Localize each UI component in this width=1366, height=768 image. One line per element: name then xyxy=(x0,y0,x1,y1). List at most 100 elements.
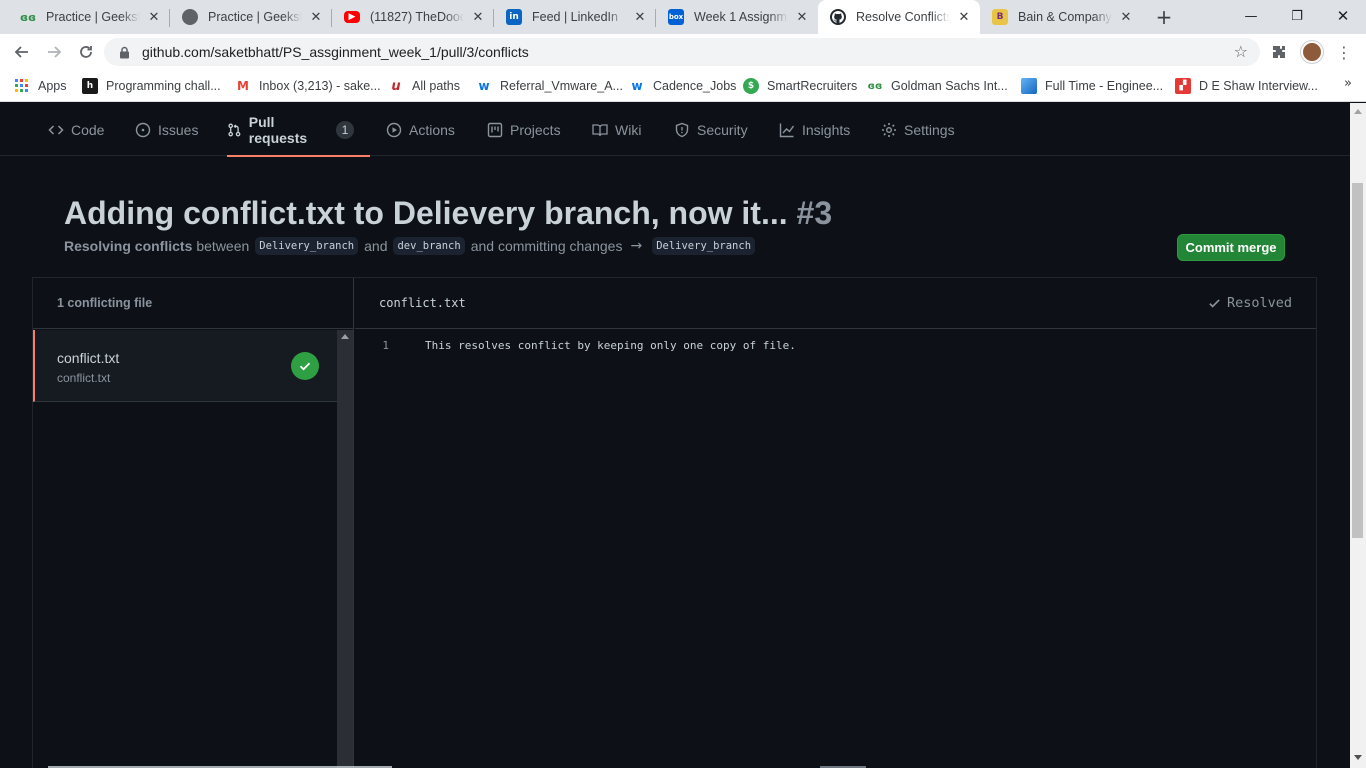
lock-icon[interactable] xyxy=(118,45,130,59)
browser-tab-3[interactable]: ▶ (11827) TheDooo ✕ xyxy=(332,0,494,34)
browser-tab-7[interactable]: B Bain & Company ✕ xyxy=(980,0,1142,34)
shield-icon xyxy=(675,122,689,137)
geeksforgeeks-icon: ɞɞ xyxy=(867,78,883,94)
tab-security[interactable]: Security xyxy=(674,103,748,156)
line-number: 1 xyxy=(382,338,389,352)
browser-toolbar: github.com/saketbhatt/PS_assginment_week… xyxy=(0,34,1366,70)
back-arrow-icon xyxy=(14,46,28,58)
resolving-label: Resolving conflicts xyxy=(64,238,193,254)
bookmark-inbox[interactable]: M Inbox (3,213) - sake... xyxy=(235,76,381,96)
tab-title: (11827) TheDooo xyxy=(370,10,464,24)
tab-label: Security xyxy=(697,121,748,138)
close-tab-icon[interactable]: ✕ xyxy=(956,9,972,25)
hackerrank-icon: h xyxy=(82,78,98,94)
close-window-button[interactable]: ✕ xyxy=(1320,0,1366,32)
close-tab-icon[interactable]: ✕ xyxy=(470,9,486,25)
forward-button[interactable] xyxy=(40,38,68,66)
bookmark-de-shaw[interactable]: ▞ D E Shaw Interview... xyxy=(1175,76,1318,96)
forward-arrow-icon xyxy=(48,46,62,58)
close-tab-icon[interactable]: ✕ xyxy=(146,9,162,25)
base-branch-label[interactable]: Delivery_branch xyxy=(255,237,359,255)
gmail-icon: M xyxy=(235,78,251,94)
book-icon xyxy=(592,123,608,136)
scroll-down-arrow-icon[interactable] xyxy=(1354,755,1362,760)
github-page: Code Issues Pull requests 1 Actions Proj… xyxy=(0,103,1350,768)
head-branch-label[interactable]: dev_branch xyxy=(393,237,465,255)
close-tab-icon[interactable]: ✕ xyxy=(794,9,810,25)
committing-text: and committing changes xyxy=(470,238,623,254)
scroll-up-arrow-icon[interactable] xyxy=(341,334,349,339)
tab-settings[interactable]: Settings xyxy=(881,103,955,156)
code-icon xyxy=(48,124,64,135)
bookmark-full-time[interactable]: Full Time - Enginee... xyxy=(1021,76,1163,96)
browser-tab-2[interactable]: Practice | GeeksforGeeks ✕ xyxy=(170,0,332,34)
back-button[interactable] xyxy=(8,38,36,66)
conflicting-files-count: 1 conflicting file xyxy=(33,278,353,329)
browser-tab-5[interactable]: box Week 1 Assignment ✕ xyxy=(656,0,818,34)
new-tab-button[interactable]: + xyxy=(1152,5,1176,29)
deshaw-icon: ▞ xyxy=(1175,78,1191,94)
tab-label: Wiki xyxy=(615,121,642,138)
profile-avatar[interactable] xyxy=(1301,41,1323,63)
bookmark-all-paths[interactable]: u All paths xyxy=(388,76,460,96)
line-text[interactable]: This resolves conflict by keeping only o… xyxy=(425,339,796,352)
graph-icon xyxy=(779,123,795,137)
tab-label: Insights xyxy=(802,121,851,138)
bookmark-referral-vmware[interactable]: w Referral_Vmware_A... xyxy=(476,76,623,96)
tab-label: Actions xyxy=(409,121,455,138)
tab-projects[interactable]: Projects xyxy=(487,103,561,156)
bookmark-label: Cadence_Jobs xyxy=(653,79,737,93)
smartrecruiters-icon: $ xyxy=(743,78,759,94)
conflict-editor[interactable]: conflict.txt Resolved 1 This resolves co… xyxy=(355,278,1316,768)
browser-tab-1[interactable]: ɞɞ Practice | GeeksforGeeks ✕ xyxy=(8,0,170,34)
browser-menu-icon[interactable]: ⋮ xyxy=(1333,41,1355,63)
conflict-resolver: 1 conflicting file conflict.txt conflict… xyxy=(32,277,1317,768)
address-bar[interactable]: github.com/saketbhatt/PS_assginment_week… xyxy=(104,38,1260,66)
close-tab-icon[interactable]: ✕ xyxy=(308,9,324,25)
url-text[interactable]: github.com/saketbhatt/PS_assginment_week… xyxy=(142,44,529,60)
bookmark-smartrecruiters[interactable]: $ SmartRecruiters xyxy=(743,76,857,96)
tab-issues[interactable]: Issues xyxy=(135,103,198,156)
minimize-button[interactable]: — xyxy=(1228,0,1274,32)
bookmark-apps[interactable]: Apps xyxy=(14,76,67,96)
browser-tab-active[interactable]: Resolve Conflicts ✕ xyxy=(818,0,980,34)
commit-merge-button[interactable]: Commit merge xyxy=(1177,234,1285,261)
bookmark-goldman-sachs[interactable]: ɞɞ Goldman Sachs Int... xyxy=(867,76,1008,96)
browser-tab-4[interactable]: in Feed | LinkedIn ✕ xyxy=(494,0,656,34)
tab-wiki[interactable]: Wiki xyxy=(592,103,641,156)
close-tab-icon[interactable]: ✕ xyxy=(632,9,648,25)
globe-icon xyxy=(182,9,198,25)
bookmark-label: All paths xyxy=(412,79,460,93)
merge-description: Resolving conflicts between Delivery_bra… xyxy=(64,237,761,255)
workday-icon: w xyxy=(629,78,645,94)
issue-icon xyxy=(135,122,151,137)
tab-label: Pull requests xyxy=(248,113,308,146)
tab-pull-requests[interactable]: Pull requests 1 xyxy=(227,103,370,157)
bookmark-label: Goldman Sachs Int... xyxy=(891,79,1008,93)
file-list-scrollbar[interactable] xyxy=(337,330,353,768)
code-line[interactable]: 1 This resolves conflict by keeping only… xyxy=(355,336,796,354)
bookmarks-overflow-button[interactable]: » xyxy=(1344,76,1352,91)
file-path: conflict.txt xyxy=(57,371,111,385)
tab-insights[interactable]: Insights xyxy=(779,103,850,156)
reload-button[interactable] xyxy=(72,38,100,66)
tab-code[interactable]: Code xyxy=(48,103,104,156)
close-tab-icon[interactable]: ✕ xyxy=(1118,9,1134,25)
scrollbar-thumb[interactable] xyxy=(1352,183,1363,538)
page-scrollbar[interactable] xyxy=(1350,103,1366,768)
maximize-button[interactable]: ❐ xyxy=(1274,0,1320,32)
repo-navigation: Code Issues Pull requests 1 Actions Proj… xyxy=(0,103,1350,157)
tab-actions[interactable]: Actions xyxy=(386,103,455,156)
scroll-up-arrow-icon[interactable] xyxy=(1354,109,1362,114)
extensions-puzzle-icon[interactable] xyxy=(1268,41,1290,63)
target-branch-label[interactable]: Delivery_branch xyxy=(652,237,756,255)
browser-tab-strip: ɞɞ Practice | GeeksforGeeks ✕ Practice |… xyxy=(0,0,1366,34)
bookmark-star-icon[interactable]: ☆ xyxy=(1234,43,1248,61)
bookmark-programming[interactable]: h Programming chall... xyxy=(82,76,221,96)
bookmark-cadence-jobs[interactable]: w Cadence_Jobs xyxy=(629,76,736,96)
reload-icon xyxy=(80,46,92,58)
conflict-file-list: 1 conflicting file conflict.txt conflict… xyxy=(33,278,354,768)
resolved-check-icon xyxy=(291,352,319,380)
resolved-label: Resolved xyxy=(1226,295,1292,311)
conflict-file-item[interactable]: conflict.txt conflict.txt xyxy=(33,330,337,402)
